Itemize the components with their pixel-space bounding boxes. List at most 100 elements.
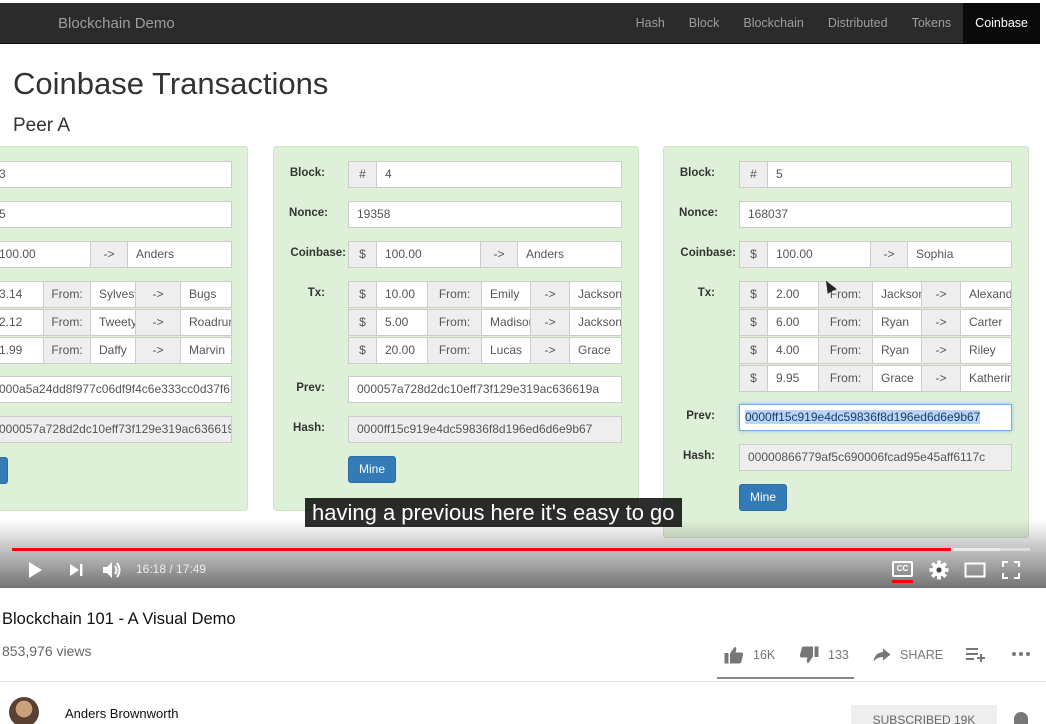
hash-field: 000057a728d2dc10eff73f129e319ac636619a — [0, 416, 232, 443]
tx-amount-field: 2.12 — [0, 309, 44, 336]
nav-link-distributed: Distributed — [827, 16, 888, 30]
tx-from-field: Ryan — [872, 337, 922, 364]
tx-to-field: Marvin — [180, 337, 232, 364]
dollar-addon: $ — [348, 281, 377, 308]
tx-label: Tx: — [307, 287, 325, 299]
tx-from-field: Tweety — [90, 309, 136, 336]
coinbase-label: Coinbase: — [290, 247, 346, 259]
demo-nav-links: Hash Block Blockchain Distributed Tokens… — [624, 3, 1040, 44]
prev-hash-field: 000a5a24dd8f977c06df9f4c6e333cc0d37f6 — [0, 376, 232, 403]
block-number-field: 3 — [0, 161, 232, 188]
nonce-label: Nonce: — [289, 207, 328, 219]
coinbase-amount-field: 100.00 — [767, 241, 871, 268]
demo-page-title: Coinbase Transactions — [13, 66, 329, 101]
hash-field: 0000ff15c919e4dc59836f8d196ed6d6e9b67 — [348, 416, 622, 443]
arrow-addon: -> — [135, 337, 181, 364]
arrow-addon: -> — [870, 241, 908, 268]
tx-to-field: Jackson — [569, 281, 622, 308]
demo-navbar: Blockchain Demo Hash Block Blockchain Di… — [0, 3, 1040, 44]
like-count: 16K — [753, 648, 776, 662]
coinbase-amount-field: 100.00 — [0, 241, 91, 268]
dollar-addon: $ — [739, 309, 768, 336]
from-addon: From: — [818, 309, 873, 336]
hash-field: 00000866779af5c690006fcad95e45aff6117c — [739, 444, 1012, 471]
tx-amount-field: 10.00 — [376, 281, 428, 308]
arrow-addon: -> — [530, 281, 570, 308]
next-icon[interactable] — [68, 562, 84, 578]
tx-amount-field: 9.95 — [767, 365, 819, 392]
video-title: Blockchain 101 - A Visual Demo — [2, 610, 236, 628]
from-addon: From: — [427, 309, 482, 336]
bell-icon[interactable] — [1014, 712, 1028, 724]
subscribe-button[interactable]: SUBSCRIBED 19K — [851, 705, 997, 724]
prev-label: Prev: — [686, 410, 715, 422]
dislike-count: 133 — [828, 648, 849, 662]
thumbs-up-icon — [724, 647, 744, 664]
like-button[interactable]: 16K — [724, 640, 775, 670]
coinbase-amount-field: 100.00 — [376, 241, 481, 268]
tx-to-field: Alexander — [960, 281, 1012, 308]
arrow-addon: -> — [921, 281, 961, 308]
view-count: 853,976 views — [2, 643, 92, 659]
dollar-addon: $ — [739, 241, 768, 268]
tx-to-field: Katherine — [960, 365, 1012, 392]
dislike-button[interactable]: 133 — [799, 640, 849, 670]
prev-hash-field: 000057a728d2dc10eff73f129e319ac636619a — [348, 376, 622, 403]
hash-sign-addon: # — [348, 161, 377, 188]
arrow-addon: -> — [135, 309, 181, 336]
thumbs-down-icon — [799, 646, 819, 663]
share-button[interactable]: SHARE — [873, 640, 943, 670]
prev-hash-field-selected: 0000ff15c919e4dc59836f8d196ed6d6e9b67 — [739, 404, 1012, 431]
captions-button[interactable]: CC — [892, 561, 913, 577]
nav-link-block: Block — [688, 16, 720, 30]
gear-icon[interactable] — [929, 560, 949, 580]
nav-link-blockchain: Blockchain — [743, 16, 804, 30]
tx-to-field: Grace — [569, 337, 622, 364]
progress-bar[interactable] — [12, 548, 1030, 551]
from-addon: From: — [43, 281, 91, 308]
dollar-addon: $ — [348, 337, 377, 364]
played-bar — [12, 548, 952, 551]
tx-amount-field: 5.00 — [376, 309, 428, 336]
tx-from-field: Lucas — [481, 337, 531, 364]
theater-icon[interactable] — [964, 562, 986, 578]
add-to-playlist-icon[interactable] — [966, 646, 986, 662]
demo-brand: Blockchain Demo — [58, 15, 175, 32]
nonce-field: 5 — [0, 201, 232, 228]
fullscreen-icon[interactable] — [1002, 561, 1020, 579]
captions-active-indicator — [892, 580, 913, 583]
arrow-addon: -> — [480, 241, 518, 268]
more-actions-icon[interactable] — [1011, 651, 1031, 657]
dollar-addon: $ — [348, 309, 377, 336]
tx-amount-field: 20.00 — [376, 337, 428, 364]
coinbase-to-field: Anders — [517, 241, 622, 268]
coinbase-to-field: Anders — [127, 241, 232, 268]
nav-link-hash: Hash — [635, 16, 665, 30]
share-label: SHARE — [900, 648, 944, 662]
coinbase-label: Coinbase: — [680, 247, 736, 259]
prev-label: Prev: — [296, 382, 325, 394]
tx-from-field: Daffy — [90, 337, 136, 364]
block-label: Block: — [679, 167, 715, 179]
divider — [0, 681, 1046, 682]
from-addon: From: — [427, 281, 482, 308]
time-display: 16:18 / 17:49 — [136, 562, 207, 576]
share-icon — [873, 648, 891, 662]
selected-text: 0000ff15c919e4dc59836f8d196ed6d6e9b67 — [745, 410, 981, 424]
from-addon: From: — [427, 337, 482, 364]
youtube-watch-page: Blockchain Demo Hash Block Blockchain Di… — [0, 0, 1046, 724]
arrow-addon: -> — [135, 281, 181, 308]
video-player[interactable]: Blockchain Demo Hash Block Blockchain Di… — [0, 0, 1046, 588]
play-icon[interactable] — [26, 561, 44, 579]
volume-icon[interactable] — [101, 559, 123, 581]
avatar[interactable] — [9, 697, 39, 724]
tx-from-field: Madison — [481, 309, 531, 336]
channel-name[interactable]: Anders Brownworth — [65, 706, 178, 721]
tx-amount-field: 1.99 — [0, 337, 44, 364]
tx-from-field: Ryan — [872, 309, 922, 336]
nav-link-coinbase: Coinbase — [963, 3, 1040, 44]
tx-to-field: Jackson — [569, 309, 622, 336]
demo-peer-title: Peer A — [13, 115, 71, 136]
cc-label: CC — [896, 564, 909, 573]
tx-amount-field: 6.00 — [767, 309, 819, 336]
